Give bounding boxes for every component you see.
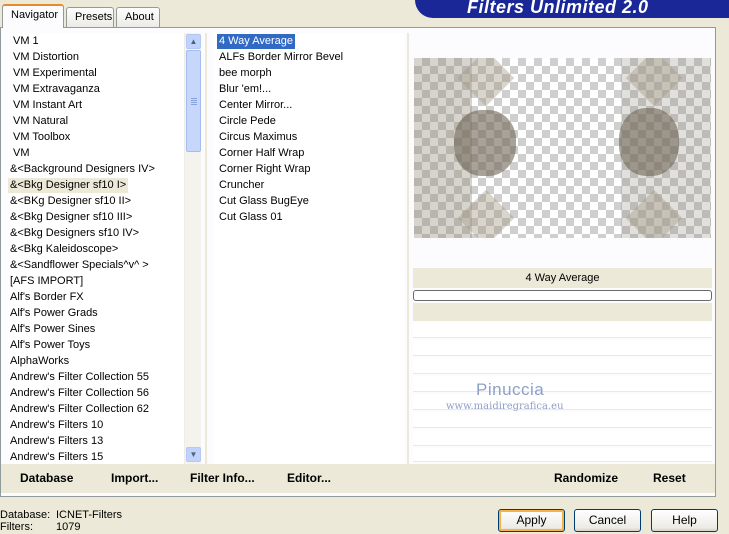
progress-bar [413,290,712,301]
category-list-item[interactable]: Alf's Power Grads [8,306,100,321]
watermark-url: www.maidiregrafica.eu [446,401,564,412]
category-list-item[interactable]: Alf's Power Toys [8,338,92,353]
parameter-row [413,358,712,374]
filter-list-item[interactable]: Corner Right Wrap [217,162,313,177]
tab-navigator[interactable]: Navigator [2,4,64,28]
filter-list[interactable]: 4 Way Average ALFs Border Mirror Bevel bee… [214,33,404,464]
category-list-item[interactable]: &<BKg Designer sf10 II> [8,194,133,209]
category-list-item[interactable]: Andrew's Filter Collection 55 [8,370,151,385]
category-list-item[interactable]: VM [11,146,32,161]
category-list-item[interactable]: VM Instant Art [11,98,84,113]
category-list[interactable]: VM 1 VM Distortion VM Experimental VM Extra… [8,33,184,464]
filters-count-value: 1079 [56,521,81,533]
category-list-item[interactable]: &<Sandflower Specials^v^ > [8,258,151,273]
filter-list-item[interactable]: Blur 'em!... [217,82,273,97]
category-list-item[interactable]: &<Background Designers IV> [8,162,157,177]
parameter-row [413,448,712,462]
randomize-link[interactable]: Randomize [554,471,618,485]
filter-list-item[interactable]: Corner Half Wrap [217,146,306,161]
filter-list-item[interactable]: Circus Maximus [217,130,299,145]
import-link[interactable]: Import... [111,471,158,485]
filter-list-item[interactable]: Cruncher [217,178,266,193]
parameter-row [413,340,712,356]
category-list-item[interactable]: Alf's Border FX [8,290,86,305]
selected-filter-name: 4 Way Average [413,268,712,288]
app-title: Filters Unlimited 2.0 [467,0,649,17]
filter-info-link[interactable]: Filter Info... [190,471,255,485]
category-list-item[interactable]: Andrew's Filter Collection 56 [8,386,151,401]
editor-link[interactable]: Editor... [287,471,331,485]
parameter-row [413,376,712,392]
filter-list-item[interactable]: Cut Glass 01 [217,210,285,225]
watermark-name: Pinuccia [476,380,545,399]
list-divider [205,33,207,464]
category-list-item[interactable]: VM Toolbox [11,130,72,145]
filters-count-label: Filters: [0,521,33,533]
reset-link[interactable]: Reset [653,471,686,485]
category-list-item[interactable]: Alf's Power Sines [8,322,97,337]
category-list-item[interactable]: AlphaWorks [8,354,71,369]
category-list-item[interactable]: VM 1 [11,34,41,49]
scroll-thumb[interactable] [186,50,201,152]
category-list-item[interactable]: Andrew's Filters 10 [8,418,105,433]
apply-button[interactable]: Apply [498,509,565,532]
scroll-up-icon[interactable]: ▲ [186,34,201,49]
category-list-item[interactable]: VM Natural [11,114,70,129]
parameter-header [413,303,712,321]
database-status-value: ICNET-Filters [56,509,122,521]
category-list-item[interactable]: VM Extravaganza [11,82,102,97]
category-list-item[interactable]: &<Bkg Designers sf10 IV> [8,226,141,241]
list-divider [407,33,409,464]
category-list-item[interactable]: VM Distortion [11,50,81,65]
preview-image [414,58,711,238]
filter-list-item[interactable]: 4 Way Average [217,34,295,49]
category-list-item[interactable]: &<Bkg Designer sf10 III> [8,210,134,225]
help-button[interactable]: Help [651,509,718,532]
category-list-item[interactable]: &<Bkg Kaleidoscope> [8,242,120,257]
category-list-item[interactable]: Andrew's Filter Collection 62 [8,402,151,417]
filter-list-item[interactable]: Center Mirror... [217,98,294,113]
database-status-label: Database: [0,509,51,521]
scroll-down-icon[interactable]: ▼ [186,447,201,462]
category-list-item[interactable]: [AFS IMPORT] [8,274,85,289]
database-link[interactable]: Database [20,471,73,485]
filter-list-item[interactable]: Cut Glass BugEye [217,194,311,209]
cancel-button[interactable]: Cancel [574,509,641,532]
tab-presets[interactable]: Presets [66,7,114,27]
tab-about[interactable]: About [116,7,160,27]
category-list-item[interactable]: Andrew's Filters 15 [8,450,105,464]
category-list-item[interactable]: Andrew's Filters 13 [8,434,105,449]
filter-list-item[interactable]: ALFs Border Mirror Bevel [217,50,345,65]
category-list-item[interactable]: VM Experimental [11,66,99,81]
parameter-row [413,412,712,428]
filter-list-item[interactable]: bee morph [217,66,274,81]
parameter-row [413,322,712,338]
category-list-item[interactable]: &<Bkg Designer sf10 I> [8,178,129,193]
category-scrollbar[interactable]: ▲ ▼ [184,33,201,464]
filter-list-item[interactable]: Circle Pede [217,114,278,129]
parameter-row [413,430,712,446]
